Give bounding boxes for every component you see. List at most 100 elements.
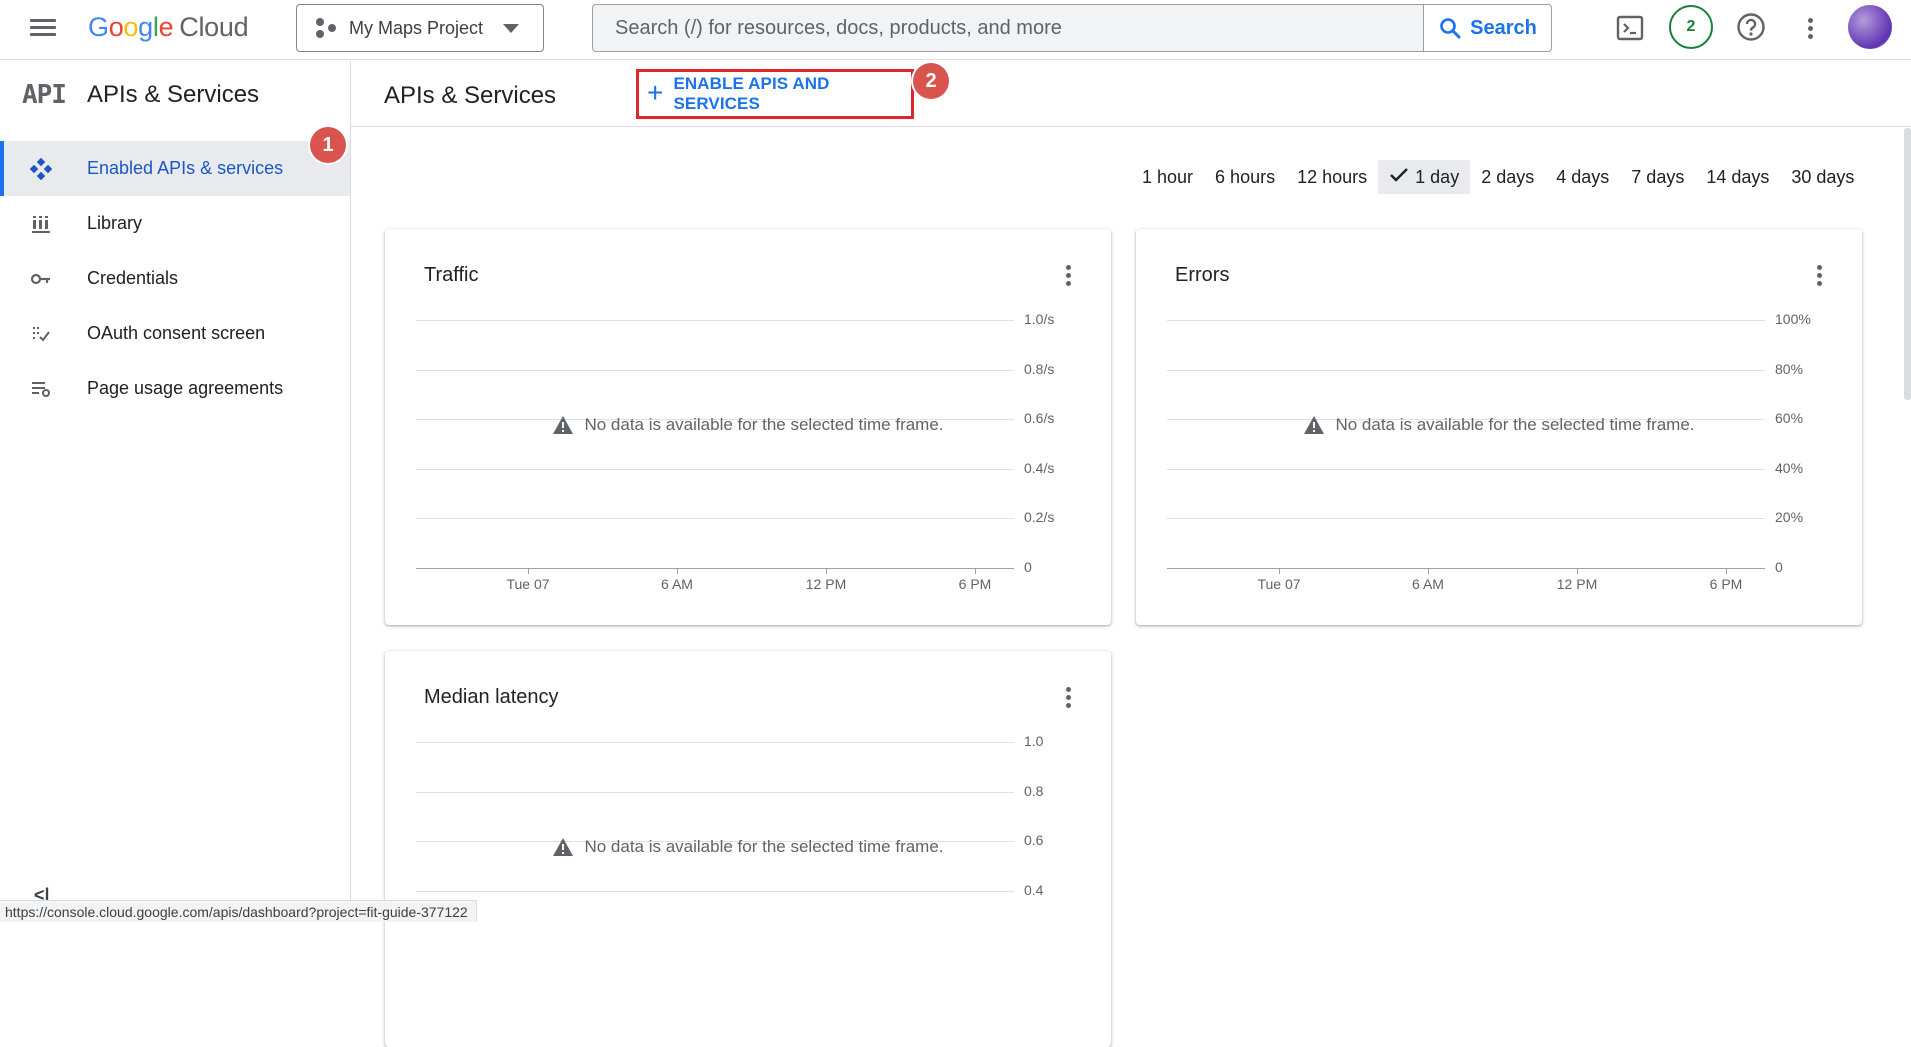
consent-icon xyxy=(33,327,50,342)
no-data-text: No data is available for the selected ti… xyxy=(584,837,944,856)
time-range-option[interactable]: 6 hours xyxy=(1204,160,1286,194)
time-range-option[interactable]: 12 hours xyxy=(1286,160,1378,194)
gridline xyxy=(1167,320,1765,321)
sidebar-item-label: Credentials xyxy=(87,268,179,288)
more-options-icon[interactable] xyxy=(1063,261,1073,289)
x-tick-mark xyxy=(1726,567,1727,574)
search-icon xyxy=(1440,18,1461,39)
time-range-option[interactable]: 4 days xyxy=(1545,160,1620,194)
gridline xyxy=(1167,369,1765,371)
x-tick-mark xyxy=(1428,567,1429,574)
time-range-label: 1 hour xyxy=(1142,166,1194,187)
gridline xyxy=(416,468,1014,470)
key-icon xyxy=(30,273,50,285)
hamburger-menu-icon[interactable] xyxy=(28,15,58,45)
annotation-badge-2: 2 xyxy=(913,63,949,99)
y-tick-label: 1.0/s xyxy=(1024,311,1055,327)
gridline xyxy=(416,518,1014,519)
gridline xyxy=(1167,518,1765,519)
x-tick-label: Tue 07 xyxy=(1257,575,1301,592)
time-range-option[interactable]: 30 days xyxy=(1780,160,1865,194)
time-range-option[interactable]: 1 day xyxy=(1378,160,1471,194)
sidebar-item-oauth-consent[interactable]: OAuth consent screen xyxy=(0,306,350,361)
y-tick-label: 0.8/s xyxy=(1024,360,1055,377)
checkmark-icon xyxy=(1389,167,1409,188)
gridline xyxy=(416,320,1014,321)
x-tick-mark xyxy=(1279,567,1280,574)
search-button[interactable]: Search xyxy=(1423,5,1551,51)
sidebar-item-label: OAuth consent screen xyxy=(87,323,266,343)
y-tick-label: 20% xyxy=(1775,509,1804,525)
diamond-dots-icon xyxy=(30,158,52,180)
y-tick-label: 0.4 xyxy=(1024,881,1044,898)
time-range-label: 7 days xyxy=(1631,166,1685,187)
x-tick-mark xyxy=(826,567,827,574)
cloud-shell-icon[interactable] xyxy=(1616,14,1644,42)
y-tick-label: 80% xyxy=(1775,360,1804,377)
notifications-badge[interactable]: 2 xyxy=(1669,5,1713,49)
x-tick-mark xyxy=(1577,567,1578,574)
gridline xyxy=(416,742,1014,743)
time-range-selector: 1 hour 6 hours 12 hours 1 day 2 days 4 days 7 … xyxy=(1131,160,1865,194)
project-picker[interactable]: My Maps Project xyxy=(296,4,544,52)
sidebar-item-credentials[interactable]: Credentials xyxy=(0,251,350,306)
api-logo-icon: API xyxy=(22,80,67,110)
time-range-label: 4 days xyxy=(1556,166,1610,187)
y-tick-label: 0.2/s xyxy=(1024,509,1055,525)
no-data-message: No data is available for the selected ti… xyxy=(385,415,1111,435)
x-tick-label: 12 PM xyxy=(805,575,847,592)
warning-icon xyxy=(1304,416,1325,434)
x-tick-label: 6 AM xyxy=(661,575,693,592)
time-range-label: 2 days xyxy=(1481,166,1535,187)
plus-icon: + xyxy=(647,77,664,108)
errors-chart-card: Errors 100% 80% 60% 40% 20% 0 Tue 07 6 AM 12 PM 6 … xyxy=(1136,229,1862,625)
time-range-option[interactable]: 7 days xyxy=(1620,160,1695,194)
time-range-option[interactable]: 1 hour xyxy=(1131,160,1204,194)
page-title: APIs & Services xyxy=(384,82,557,109)
chevron-down-icon xyxy=(503,23,520,33)
annotation-badge-1: 1 xyxy=(310,127,346,163)
time-range-option[interactable]: 2 days xyxy=(1470,160,1545,194)
traffic-chart-card: Traffic 1.0/s 0.8/s 0.6/s 0.4/s 0.2/s 0 Tue 07 6… xyxy=(385,229,1111,625)
y-tick-label: 0.8 xyxy=(1024,782,1044,799)
y-tick-label: 0 xyxy=(1024,558,1032,575)
google-cloud-logo[interactable]: Google Cloud xyxy=(88,12,249,43)
more-options-icon[interactable] xyxy=(1814,261,1824,289)
gridline xyxy=(416,567,1014,569)
sidebar-item-label: Enabled APIs & services xyxy=(87,158,284,178)
sidebar-item-label: Page usage agreements xyxy=(87,378,284,398)
y-tick-label: 0.4/s xyxy=(1024,459,1055,476)
no-data-message: No data is available for the selected ti… xyxy=(1136,415,1862,435)
y-tick-label: 40% xyxy=(1775,459,1804,476)
chart-title: Traffic xyxy=(424,264,479,286)
project-name: My Maps Project xyxy=(349,17,484,38)
gridline xyxy=(1167,468,1765,470)
help-icon[interactable] xyxy=(1736,12,1766,42)
warning-icon xyxy=(553,838,574,856)
x-tick-label: 12 PM xyxy=(1556,575,1598,592)
time-range-label: 14 days xyxy=(1706,166,1770,187)
gridline xyxy=(416,369,1014,371)
gridline xyxy=(416,890,1014,892)
scrollbar[interactable] xyxy=(1904,128,1911,400)
sidebar-item-page-usage[interactable]: Page usage agreements xyxy=(0,361,350,416)
more-options-icon[interactable] xyxy=(1063,683,1073,711)
sidebar-title: APIs & Services xyxy=(87,81,260,108)
x-tick-mark xyxy=(677,567,678,574)
avatar[interactable] xyxy=(1848,5,1892,49)
project-icon xyxy=(315,17,337,39)
sidebar-item-enabled-apis[interactable]: Enabled APIs & services xyxy=(0,141,350,196)
sidebar-item-library[interactable]: Library xyxy=(0,196,350,251)
search-bar: Search xyxy=(592,4,1552,52)
settings-list-icon xyxy=(32,382,50,397)
enable-apis-button[interactable]: + ENABLE APIS AND SERVICES xyxy=(636,69,914,119)
time-range-label: 30 days xyxy=(1791,166,1855,187)
more-options-icon[interactable] xyxy=(1802,14,1818,42)
top-bar: GoogleCloud My Maps Project Search 2 xyxy=(0,0,1911,60)
y-tick-label: 1.0 xyxy=(1024,733,1044,749)
enable-apis-label: ENABLE APIS AND SERVICES xyxy=(673,74,830,113)
library-icon xyxy=(32,216,50,233)
search-input[interactable] xyxy=(593,5,1423,51)
x-tick-mark xyxy=(528,567,529,574)
time-range-option[interactable]: 14 days xyxy=(1695,160,1780,194)
